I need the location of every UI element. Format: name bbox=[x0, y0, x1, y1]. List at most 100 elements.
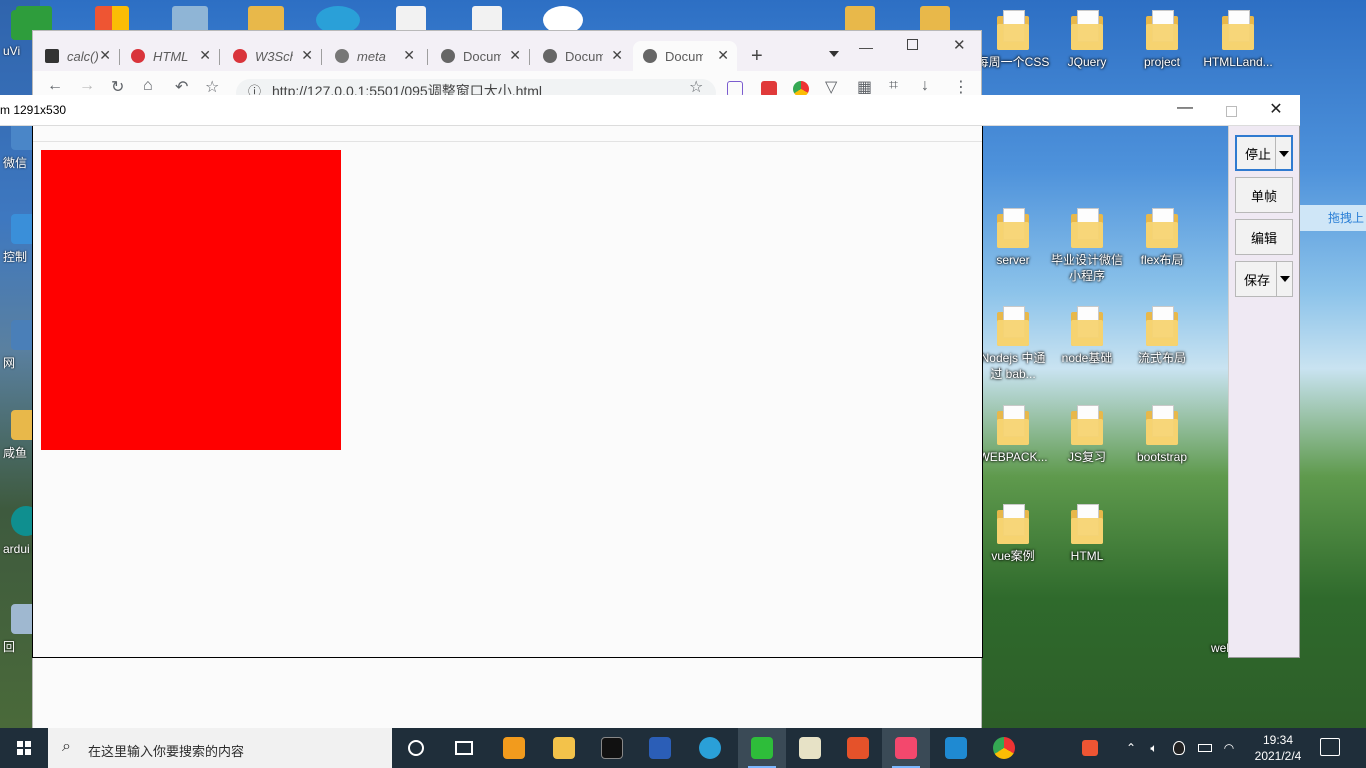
desktop-folder[interactable]: HTMLLand... bbox=[1200, 10, 1276, 70]
tab[interactable]: Docum ✕ bbox=[533, 41, 631, 71]
maximize-icon[interactable] bbox=[1208, 104, 1254, 122]
word-icon bbox=[649, 737, 671, 759]
start-button[interactable] bbox=[0, 728, 48, 768]
undo-icon[interactable]: ↶ bbox=[175, 77, 188, 97]
taskbar-app[interactable] bbox=[540, 728, 588, 768]
download-icon[interactable]: ↓ bbox=[921, 77, 929, 95]
desktop-folder[interactable]: 每周一个CSS bbox=[975, 10, 1051, 70]
red-box bbox=[41, 150, 341, 450]
reload-icon[interactable]: ↻ bbox=[111, 77, 124, 97]
vscode-icon bbox=[945, 737, 967, 759]
taskbar-app[interactable] bbox=[786, 728, 834, 768]
capture-tool-window: m 1291x530 — ✕ 停止 单帧 编辑 保存 bbox=[0, 95, 1300, 658]
windows-icon bbox=[17, 741, 31, 755]
tab-bar: calc() ✕ HTML ✕ W3Sch ✕ meta ✕ Docum ✕ D… bbox=[33, 31, 981, 71]
screen-recorder-icon bbox=[895, 737, 917, 759]
edge-icon bbox=[699, 737, 721, 759]
home-icon[interactable]: ⌂ bbox=[143, 77, 153, 95]
close-window-icon[interactable]: ✕ bbox=[953, 36, 966, 54]
terminal-icon bbox=[601, 737, 623, 759]
side-label[interactable]: 拖拽上 bbox=[1298, 205, 1366, 231]
taskbar-app[interactable] bbox=[490, 728, 538, 768]
minimize-icon[interactable]: — bbox=[1162, 99, 1208, 117]
task-view-icon bbox=[455, 741, 473, 755]
close-icon[interactable]: ✕ bbox=[403, 47, 415, 64]
close-icon[interactable]: ✕ bbox=[611, 47, 623, 64]
globe-icon bbox=[543, 49, 557, 63]
folder-icon bbox=[1071, 10, 1103, 50]
tab[interactable]: Docum ✕ bbox=[431, 41, 529, 71]
bookmark-star-icon[interactable]: ☆ bbox=[689, 77, 703, 97]
menu-icon[interactable]: ⋮ bbox=[953, 77, 969, 97]
tab[interactable]: HTML ✕ bbox=[121, 41, 219, 71]
minimize-icon[interactable]: — bbox=[859, 39, 873, 55]
w3school-icon bbox=[131, 49, 145, 63]
taskbar-search-input[interactable]: ⌕ 在这里输入你要搜索的内容 bbox=[48, 728, 392, 768]
desktop-folder[interactable]: project bbox=[1124, 10, 1200, 70]
notepad-icon bbox=[799, 737, 821, 759]
stop-button[interactable]: 停止 bbox=[1235, 135, 1293, 171]
close-icon[interactable]: ✕ bbox=[301, 47, 313, 64]
window-title: m 1291x530 bbox=[0, 103, 67, 117]
crop-icon[interactable]: ⌗ bbox=[889, 77, 898, 95]
xmind-icon bbox=[847, 737, 869, 759]
desktop-folder[interactable]: JQuery bbox=[1049, 10, 1125, 70]
chevron-down-icon[interactable] bbox=[1275, 137, 1291, 169]
close-icon[interactable]: ✕ bbox=[99, 47, 111, 64]
search-icon: ⌕ bbox=[62, 738, 71, 755]
single-frame-button[interactable]: 单帧 bbox=[1235, 177, 1293, 213]
close-icon[interactable]: ✕ bbox=[199, 47, 211, 64]
taskbar-app[interactable] bbox=[686, 728, 734, 768]
forward-icon[interactable]: → bbox=[79, 77, 95, 95]
clock[interactable]: 19:34 2021/2/4 bbox=[1248, 732, 1308, 764]
chevron-up-icon[interactable]: ⌃ bbox=[1122, 728, 1140, 768]
taskbar-app[interactable] bbox=[834, 728, 882, 768]
tab[interactable]: meta ✕ bbox=[325, 41, 423, 71]
cortana-button[interactable] bbox=[392, 728, 440, 768]
task-view-button[interactable] bbox=[440, 728, 488, 768]
folder-icon bbox=[1146, 10, 1178, 50]
tool-title-bar: m 1291x530 — ✕ bbox=[0, 95, 1300, 126]
folder-icon bbox=[997, 10, 1029, 50]
sublime-icon bbox=[503, 737, 525, 759]
grid-icon[interactable]: ▦ bbox=[857, 77, 872, 97]
taskbar-app[interactable] bbox=[636, 728, 684, 768]
close-icon[interactable]: ✕ bbox=[717, 47, 729, 64]
taskbar-app[interactable] bbox=[588, 728, 636, 768]
star-icon[interactable]: ☆ bbox=[205, 77, 219, 97]
new-tab-button[interactable]: + bbox=[751, 45, 763, 68]
bookmarks-bar bbox=[33, 126, 982, 142]
edit-button[interactable]: 编辑 bbox=[1235, 219, 1293, 255]
close-window-icon[interactable]: ✕ bbox=[1253, 99, 1299, 119]
w3school-icon bbox=[233, 49, 247, 63]
close-icon[interactable]: ✕ bbox=[509, 47, 521, 64]
notification-icon[interactable] bbox=[1320, 738, 1340, 756]
cortana-icon bbox=[408, 740, 424, 756]
chevron-down-icon[interactable] bbox=[1276, 262, 1292, 296]
tab[interactable]: calc() ✕ bbox=[35, 41, 119, 71]
taskbar-app[interactable] bbox=[980, 728, 1028, 768]
sogou-icon[interactable] bbox=[1078, 728, 1102, 768]
filter-icon[interactable]: ▽ bbox=[825, 77, 837, 97]
volume-icon[interactable]: 🔈︎ bbox=[1144, 728, 1164, 768]
maximize-icon[interactable] bbox=[907, 39, 918, 50]
tab-active[interactable]: Docum ✕ bbox=[633, 41, 737, 71]
chrome-icon bbox=[993, 737, 1015, 759]
globe-icon bbox=[441, 49, 455, 63]
taskbar-app[interactable] bbox=[882, 728, 930, 768]
globe-icon bbox=[643, 49, 657, 63]
qq-icon[interactable] bbox=[1168, 728, 1190, 768]
save-button[interactable]: 保存 bbox=[1235, 261, 1293, 297]
capture-area[interactable] bbox=[32, 126, 983, 658]
tab[interactable]: W3Sch ✕ bbox=[223, 41, 321, 71]
taskbar-app[interactable] bbox=[932, 728, 980, 768]
wifi-icon[interactable]: ◠ bbox=[1218, 728, 1240, 768]
page-icon bbox=[45, 49, 59, 63]
tab-list-icon[interactable] bbox=[829, 51, 839, 57]
back-icon[interactable]: ← bbox=[47, 77, 63, 95]
battery-icon[interactable] bbox=[1194, 728, 1216, 768]
tool-side-panel: 停止 单帧 编辑 保存 bbox=[1228, 126, 1300, 658]
file-explorer-icon bbox=[553, 737, 575, 759]
folder-icon bbox=[1222, 10, 1254, 50]
taskbar-app[interactable] bbox=[738, 728, 786, 768]
